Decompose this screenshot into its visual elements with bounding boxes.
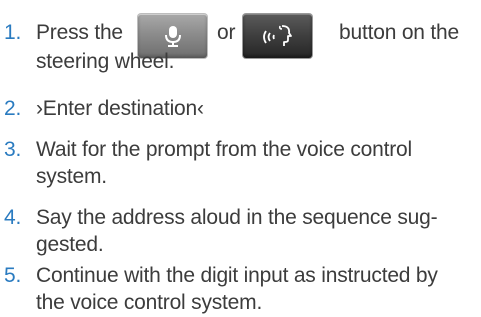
step-number: 5. bbox=[4, 264, 22, 287]
step-text: Press the or button on the steering whee… bbox=[36, 14, 476, 79]
step-2: 2. ›Enter destination‹ bbox=[0, 95, 481, 122]
step-text-between: or bbox=[217, 21, 236, 44]
step-text: Say the address aloud in the sequence su… bbox=[36, 204, 476, 258]
step-number: 2. bbox=[4, 97, 22, 120]
step-text-line: system. bbox=[36, 165, 107, 188]
voice-command-button bbox=[243, 14, 312, 58]
voice-command-icon bbox=[262, 25, 292, 46]
step-number: 3. bbox=[4, 138, 22, 161]
step-text-line: Wait for the prompt from the voice contr… bbox=[36, 138, 412, 161]
step-number: 4. bbox=[4, 206, 22, 229]
step-text-line: Say the address aloud in the sequence su… bbox=[36, 206, 438, 229]
step-text-line: Continue with the digit input as instruc… bbox=[36, 264, 438, 287]
step-number: 1. bbox=[4, 21, 22, 44]
step-text-line: the voice control system. bbox=[36, 291, 263, 314]
step-text-line: gested. bbox=[36, 233, 104, 256]
step-text: Continue with the digit input as instruc… bbox=[36, 262, 476, 316]
microphone-icon bbox=[164, 26, 181, 47]
step-text-before: Press the bbox=[36, 21, 123, 44]
step-text-line: ›Enter destination‹ bbox=[36, 97, 204, 120]
step-text-line: steering wheel. bbox=[36, 50, 175, 73]
step-1: 1. Press the or button on the steering w… bbox=[0, 14, 481, 79]
step-text: ›Enter destination‹ bbox=[36, 95, 476, 122]
step-text: Wait for the prompt from the voice contr… bbox=[36, 136, 476, 190]
step-5: 5. Continue with the digit input as inst… bbox=[0, 262, 481, 316]
step-3: 3. Wait for the prompt from the voice co… bbox=[0, 136, 481, 190]
step-4: 4. Say the address aloud in the sequence… bbox=[0, 204, 481, 258]
step-text-after: button on the bbox=[339, 21, 460, 44]
